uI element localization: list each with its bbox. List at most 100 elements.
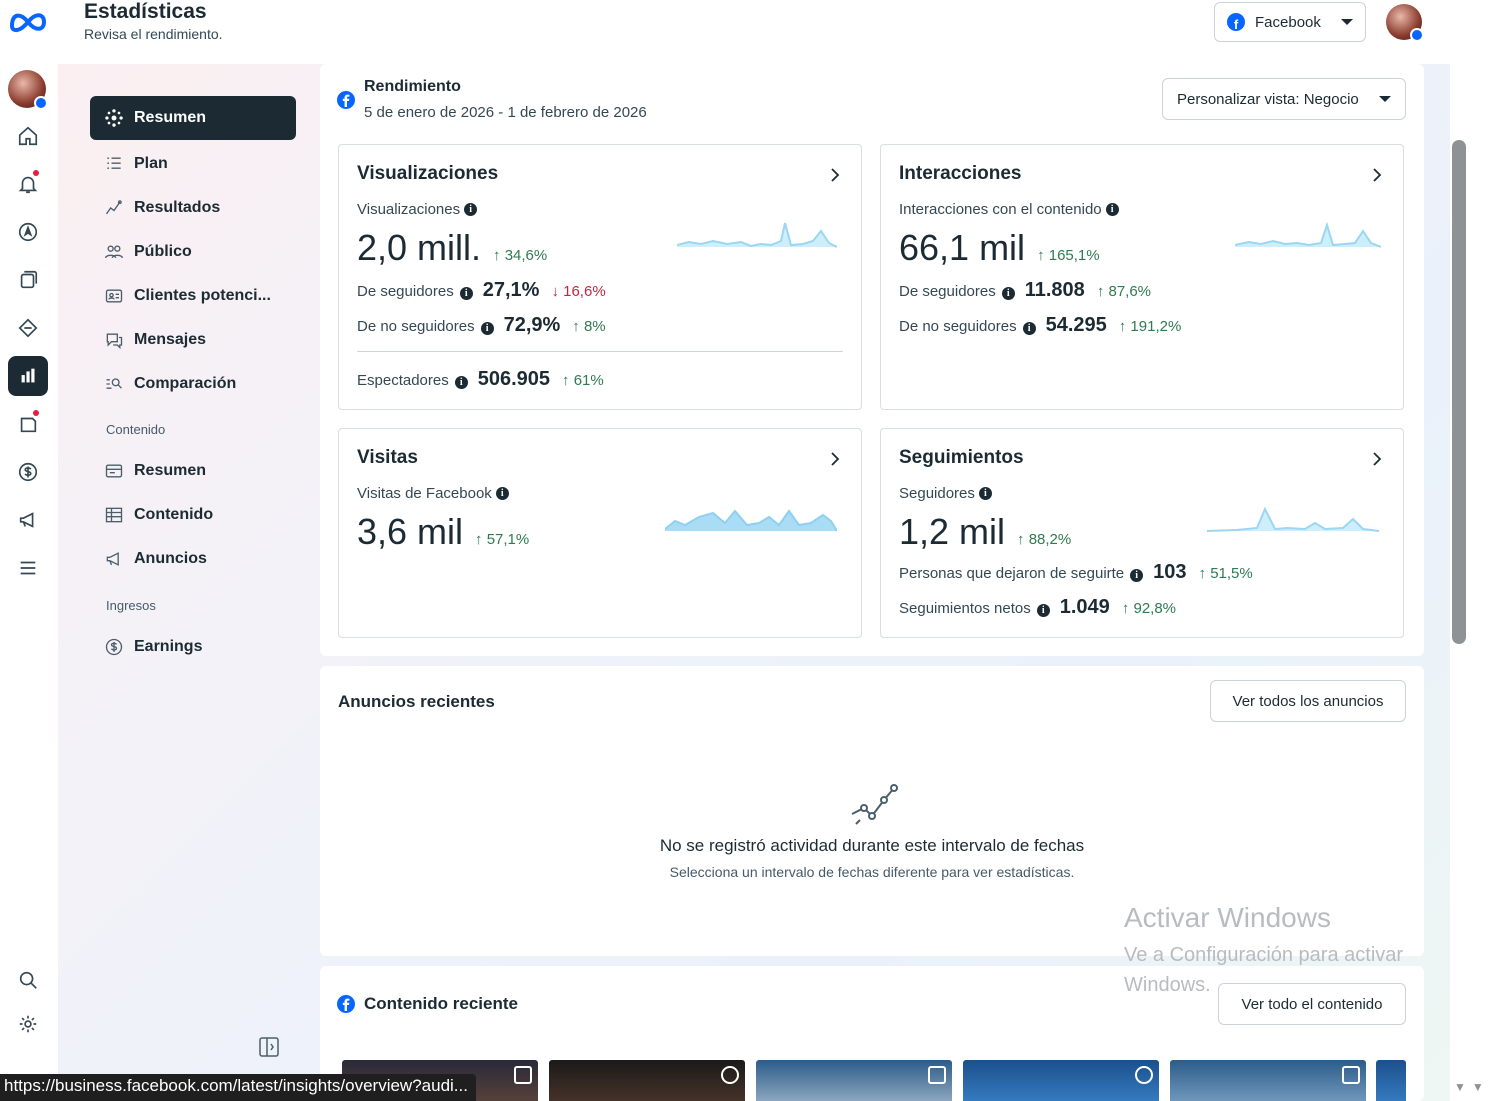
empty-activity-icon: [851, 784, 898, 825]
content-thumbnail[interactable]: [963, 1060, 1159, 1101]
views-followers-row: De seguidores i 27,1% ↓ 16,6%: [357, 279, 606, 302]
facebook-badge-icon: [34, 96, 48, 110]
search-icon[interactable]: [8, 960, 48, 1000]
content-thumbnail[interactable]: [756, 1060, 952, 1101]
info-icon[interactable]: i: [1022, 322, 1036, 335]
monetization-icon[interactable]: [8, 452, 48, 492]
facebook-icon: f: [1227, 13, 1245, 31]
info-icon[interactable]: i: [1130, 569, 1144, 582]
row-value: 54.295: [1045, 314, 1107, 336]
scroll-down-arrows-icon[interactable]: ▼▼: [1454, 1080, 1490, 1094]
visits-card[interactable]: Visitas Visitas de Facebook i 3,6 mil ↑ 57…: [338, 428, 862, 638]
metric-value: 1,2 mil ↑ 88,2%: [899, 511, 1071, 553]
nav-label: Anuncios: [134, 550, 207, 567]
info-icon[interactable]: i: [1036, 604, 1050, 617]
performance-title: Rendimiento: [364, 78, 461, 95]
info-icon[interactable]: i: [454, 376, 468, 389]
facebook-icon: [337, 995, 355, 1013]
nav-item-resumen[interactable]: Resumen: [90, 96, 296, 140]
home-icon[interactable]: [8, 116, 48, 156]
interactions-followers-row: De seguidores i 11.808 ↑ 87,6%: [899, 279, 1151, 302]
account-avatar[interactable]: [8, 70, 48, 110]
info-icon[interactable]: i: [495, 487, 509, 500]
interactions-sparkline: [1235, 221, 1381, 248]
nav-item-plan[interactable]: Plan: [90, 142, 296, 186]
ads-manager-icon[interactable]: [8, 308, 48, 348]
row-delta: ↑ 8%: [572, 318, 606, 335]
content-thumbnail[interactable]: [1170, 1060, 1366, 1101]
dollar-icon: [105, 638, 123, 656]
pages-icon[interactable]: [8, 260, 48, 300]
metric-label-text: Visualizaciones: [357, 201, 461, 218]
info-icon[interactable]: i: [480, 322, 494, 335]
nav-item-contenido[interactable]: Contenido: [90, 493, 296, 537]
metric-label: Interacciones con el contenido i: [899, 201, 1119, 218]
nav-label: Público: [134, 243, 192, 260]
info-icon[interactable]: i: [1105, 203, 1119, 216]
content-icon[interactable]: [8, 404, 48, 444]
nav-item-anuncios[interactable]: Anuncios: [90, 537, 296, 581]
content-thumbnail[interactable]: [549, 1060, 745, 1101]
meta-logo-icon[interactable]: [6, 6, 50, 36]
content-thumbnail[interactable]: [1376, 1060, 1406, 1101]
follows-card[interactable]: Seguimientos Seguidores i 1,2 mil ↑ 88,2% …: [880, 428, 1404, 638]
left-rail: [0, 0, 56, 1101]
card-title: Visitas: [357, 447, 418, 468]
chevron-right-icon[interactable]: [829, 167, 841, 183]
settings-gear-icon[interactable]: [8, 1004, 48, 1044]
follows-sparkline: [1207, 506, 1379, 532]
row-delta: ↑ 61%: [562, 372, 604, 389]
profile-avatar[interactable]: [1386, 4, 1424, 42]
chevron-right-icon[interactable]: [829, 451, 841, 467]
info-icon[interactable]: i: [464, 203, 478, 216]
card-title: Visualizaciones: [357, 163, 499, 184]
caret-down-icon: [1341, 19, 1353, 25]
megaphone-icon[interactable]: [8, 500, 48, 540]
row-delta: ↑ 191,2%: [1118, 318, 1182, 335]
visits-sparkline: [665, 509, 837, 532]
row-value: 11.808: [1024, 279, 1085, 301]
windows-watermark-subtitle: Ve a Configuración para activar Windows.: [1124, 944, 1404, 996]
chevron-right-icon[interactable]: [1371, 451, 1383, 467]
scrollbar-thumb[interactable]: [1452, 140, 1466, 644]
nav-label: Plan: [134, 155, 168, 172]
messages-icon: [106, 333, 123, 350]
nav-item-content-resumen[interactable]: Resumen: [90, 449, 296, 493]
info-icon[interactable]: i: [459, 287, 473, 300]
facebook-badge-icon: [1410, 28, 1424, 42]
platform-selector-button[interactable]: f Facebook: [1214, 2, 1366, 42]
benchmark-icon: [106, 378, 122, 389]
nav-item-publico[interactable]: Público: [90, 230, 296, 274]
metric-delta: ↑ 88,2%: [1017, 531, 1072, 548]
metric-label-text: Seguidores: [899, 485, 975, 502]
row-label: De seguidores: [899, 283, 996, 300]
interactions-card[interactable]: Interacciones Interacciones con el conte…: [880, 144, 1404, 410]
card-title: Seguimientos: [899, 447, 1024, 468]
nav-item-comparacion[interactable]: Comparación: [90, 362, 296, 406]
divider: [357, 351, 843, 352]
row-label: De no seguidores: [899, 318, 1017, 335]
nav-item-earnings[interactable]: Earnings: [90, 625, 296, 669]
row-delta: ↑ 92,8%: [1121, 600, 1177, 617]
caret-down-icon: [1379, 96, 1391, 102]
metric-label-text: Interacciones con el contenido: [899, 201, 1102, 218]
info-icon[interactable]: i: [978, 487, 992, 500]
collapse-sidebar-icon[interactable]: [258, 1036, 280, 1058]
metric-label: Seguidores i: [899, 485, 992, 502]
info-icon[interactable]: i: [1001, 287, 1015, 300]
nav-label: Clientes potenci...: [134, 287, 271, 304]
card-title: Interacciones: [899, 163, 1022, 184]
compass-icon[interactable]: [8, 212, 48, 252]
customize-view-label: Personalizar vista: Negocio: [1177, 90, 1359, 108]
views-card[interactable]: Visualizaciones Visualizaciones i 2,0 mil…: [338, 144, 862, 410]
view-all-ads-button[interactable]: Ver todos los anuncios: [1210, 680, 1406, 722]
customize-view-dropdown[interactable]: Personalizar vista: Negocio: [1162, 78, 1406, 120]
menu-icon[interactable]: [8, 548, 48, 588]
chevron-right-icon[interactable]: [1371, 167, 1383, 183]
nav-item-resultados[interactable]: Resultados: [90, 186, 296, 230]
nav-item-clientes[interactable]: Clientes potenci...: [90, 274, 296, 318]
plan-icon: [107, 157, 121, 169]
insights-icon[interactable]: [8, 356, 48, 396]
nav-item-mensajes[interactable]: Mensajes: [90, 318, 296, 362]
notifications-icon[interactable]: [8, 164, 48, 204]
